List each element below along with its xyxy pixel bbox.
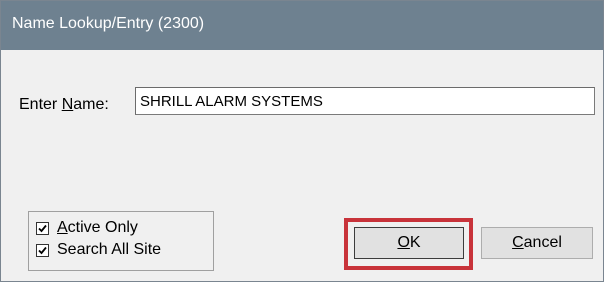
name-input[interactable] [135, 87, 595, 115]
cancel-button[interactable]: Cancel [481, 227, 593, 259]
ok-button-rest: K [409, 234, 421, 251]
enter-name-label-suffix: ame: [73, 96, 109, 113]
enter-name-label-prefix: Enter [19, 96, 62, 113]
title-bar[interactable]: Name Lookup/Entry (2300) [1, 1, 603, 50]
checkmark-icon [38, 224, 47, 232]
active-only-checkbox-row[interactable]: Active Only [36, 219, 138, 237]
active-only-label-rest: ctive Only [67, 219, 138, 236]
active-only-checkbox[interactable] [36, 221, 49, 235]
active-only-label: Active Only [57, 219, 138, 237]
enter-name-label: Enter Name: [19, 96, 109, 114]
enter-name-label-mnemonic: N [61, 96, 74, 113]
checkmark-icon [38, 246, 47, 254]
window-title: Name Lookup/Entry (2300) [12, 15, 205, 32]
ok-button-mnemonic: O [397, 234, 410, 251]
ok-button[interactable]: OK [354, 227, 464, 259]
search-all-site-checkbox-row[interactable]: Search All Site [36, 241, 161, 259]
cancel-button-rest: ancel [523, 234, 562, 251]
active-only-label-mnemonic: A [57, 219, 68, 236]
search-all-site-checkbox[interactable] [36, 243, 49, 257]
options-group: Active Only Search All Site [28, 211, 214, 271]
name-lookup-dialog: Name Lookup/Entry (2300) Enter Name: Act… [0, 0, 604, 282]
cancel-button-mnemonic: C [512, 234, 524, 251]
search-all-site-label: Search All Site [57, 241, 162, 258]
